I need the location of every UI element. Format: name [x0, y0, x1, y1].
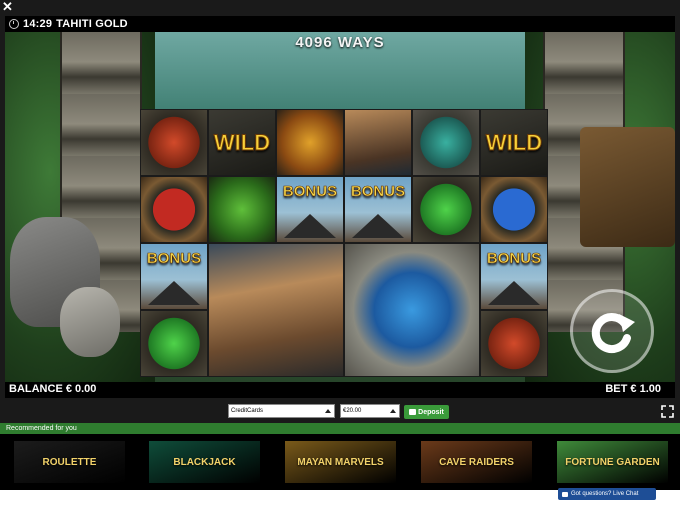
reel-symbol-tiki-mask-gold — [276, 109, 344, 176]
payment-method-select[interactable]: CreditCards — [228, 404, 335, 418]
skull-statue — [60, 287, 120, 357]
bet-display[interactable]: BET € 1.00 — [605, 383, 661, 395]
spin-arrow-icon — [591, 313, 635, 354]
reel-symbol-warrior-large — [208, 243, 344, 377]
reel-symbol-lizard-green — [140, 310, 208, 377]
reel-symbol-red-disc — [140, 176, 208, 243]
clock-time: 14:29 — [23, 18, 53, 30]
deposit-amount-value: €20.00 — [343, 408, 362, 414]
reel-symbol-bonus: BONUS — [276, 176, 344, 243]
hut-right — [580, 127, 675, 247]
recommended-game-title: BLACKJACK — [173, 456, 236, 468]
clock-icon — [9, 19, 19, 29]
reel-symbol-wild: WILD — [208, 109, 276, 176]
volcano-icon — [352, 214, 404, 238]
bonus-label: BONUS — [350, 183, 406, 201]
reel-symbol-shark-blue-large — [344, 243, 480, 377]
status-bar: BALANCE € 0.00 BET € 1.00 — [5, 382, 675, 398]
reel-symbol-frog-red — [480, 310, 548, 377]
chat-bubble-icon — [562, 491, 568, 497]
volcano-icon — [488, 281, 540, 305]
volcano-icon — [284, 214, 336, 238]
recommended-game-title: MAYAN MARVELS — [297, 456, 384, 468]
fullscreen-icon[interactable] — [661, 405, 674, 418]
ways-banner: 4096 WAYS — [295, 34, 385, 51]
deposit-button[interactable]: Deposit — [404, 405, 449, 419]
wild-label: WILD — [213, 129, 271, 155]
live-chat-label: Got questions? Live Chat — [571, 491, 639, 497]
reel-symbol-wild: WILD — [480, 109, 548, 176]
wild-label: WILD — [485, 129, 543, 155]
recommended-game-tile[interactable]: MAYAN MARVELS — [285, 441, 396, 483]
game-viewport[interactable]: 4096 WAYS WILD WILD BONUS BONUS BONUS BONUS — [5, 32, 675, 382]
bonus-label: BONUS — [486, 250, 542, 268]
close-icon[interactable]: ✕ — [2, 0, 14, 13]
recommended-game-title: ROULETTE — [42, 456, 97, 468]
deposit-label: Deposit — [418, 408, 444, 416]
recommended-game-tile[interactable]: CAVE RAIDERS — [421, 441, 532, 483]
reel-grid: WILD WILD BONUS BONUS BONUS BONUS — [140, 109, 548, 379]
reel-symbol-turtle-teal — [412, 109, 480, 176]
reel-symbol-bonus: BONUS — [344, 176, 412, 243]
select-arrow-icon — [325, 409, 331, 413]
recommended-game-tile[interactable]: ROULETTE — [14, 441, 125, 483]
recommended-game-tile[interactable]: BLACKJACK — [149, 441, 260, 483]
recommended-game-title: FORTUNE GARDEN — [565, 456, 660, 468]
reel-symbol-lizard-green — [412, 176, 480, 243]
spin-button[interactable] — [570, 289, 654, 373]
deposit-amount-select[interactable]: €20.00 — [340, 404, 400, 418]
reel-symbol-bonus: BONUS — [480, 243, 548, 310]
bonus-label: BONUS — [146, 250, 202, 268]
recommended-game-title: CAVE RAIDERS — [439, 456, 514, 468]
title-bar: 14:29 TAHITI GOLD — [5, 16, 675, 32]
reel-symbol-bonus: BONUS — [140, 243, 208, 310]
reel-symbol-blue-disc — [480, 176, 548, 243]
recommended-game-tile[interactable]: FORTUNE GARDEN — [557, 441, 668, 483]
money-icon — [409, 409, 417, 415]
bonus-label: BONUS — [282, 183, 338, 201]
select-arrow-icon — [390, 409, 396, 413]
recommended-heading: Recommended for you — [0, 423, 680, 434]
balance-display: BALANCE € 0.00 — [9, 383, 97, 395]
live-chat-button[interactable]: Got questions? Live Chat — [558, 488, 656, 500]
reel-symbol-warrior-portrait — [344, 109, 412, 176]
game-title: TAHITI GOLD — [56, 18, 128, 30]
reel-symbol-tiki-mask-green — [208, 176, 276, 243]
volcano-icon — [148, 281, 200, 305]
payment-method-value: CreditCards — [231, 408, 264, 414]
reel-symbol-frog-red — [140, 109, 208, 176]
